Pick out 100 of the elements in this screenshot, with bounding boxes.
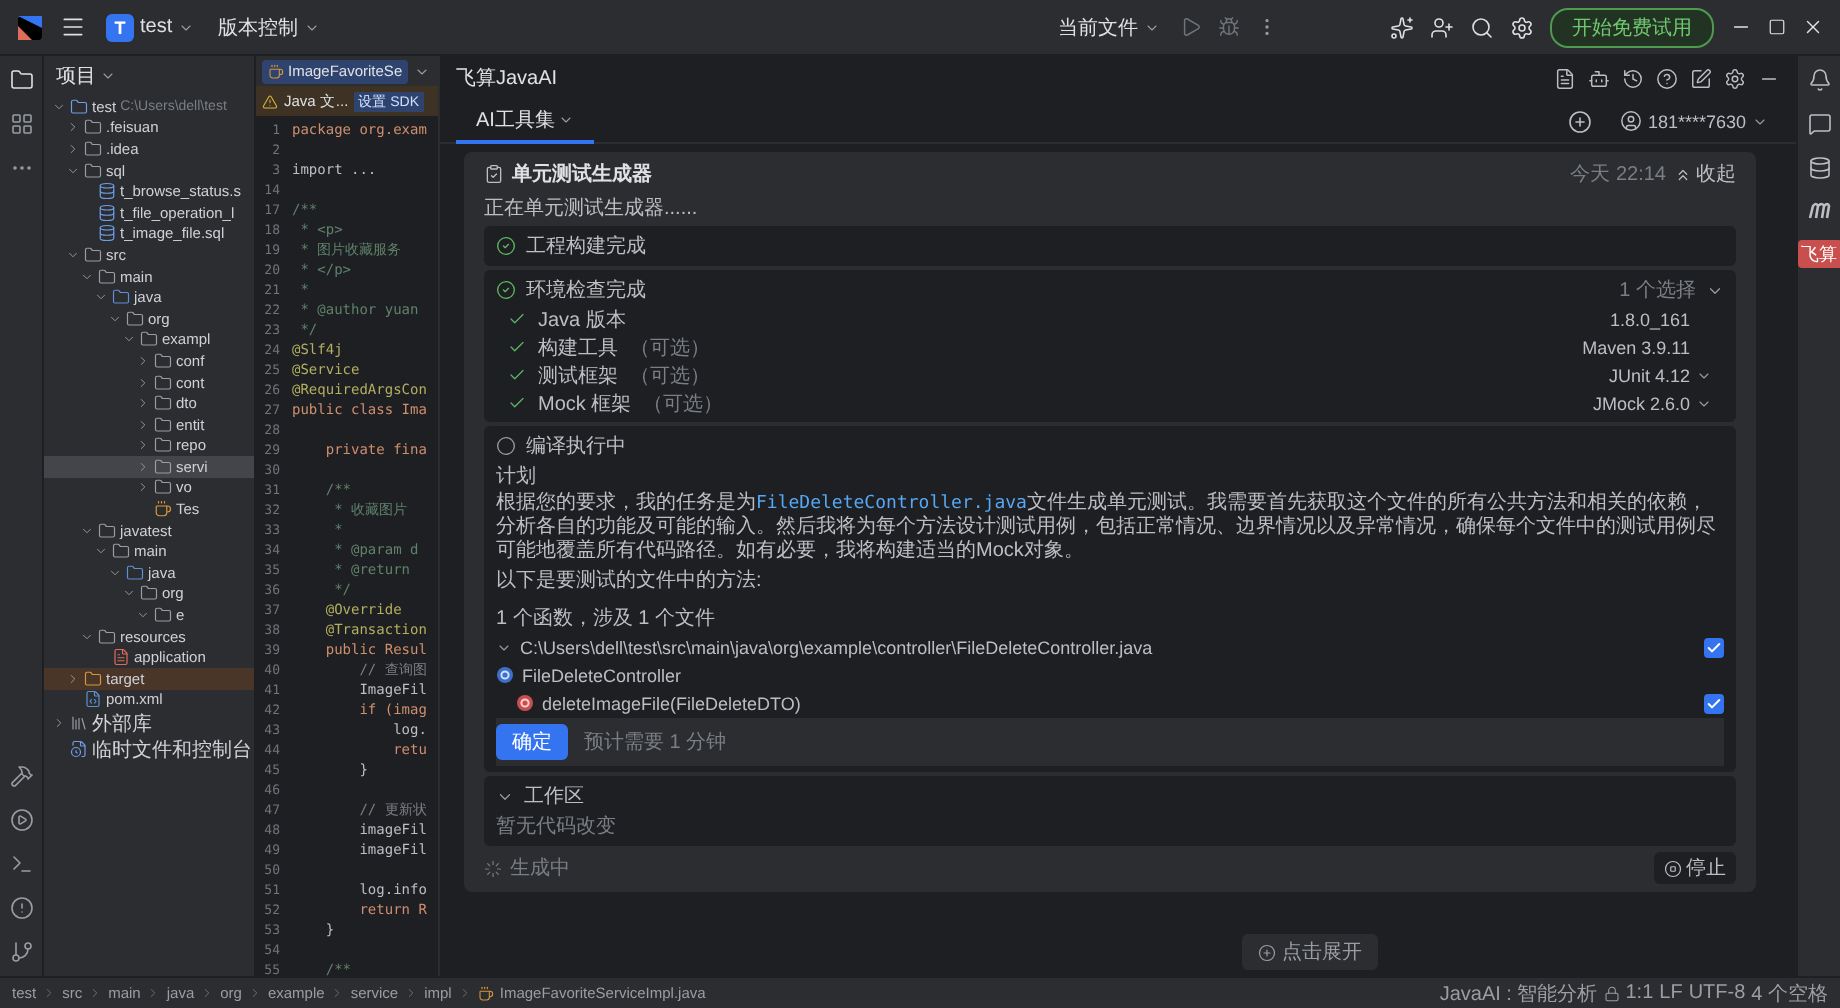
account-menu[interactable]: 181****7630: [1607, 108, 1780, 134]
database-icon[interactable]: [1807, 156, 1831, 180]
grid-icon[interactable]: [9, 112, 33, 136]
line-ending[interactable]: LF: [1659, 982, 1683, 1004]
branch-icon[interactable]: [9, 940, 33, 964]
lock-icon[interactable]: [1603, 985, 1620, 1001]
menu-icon[interactable]: [60, 14, 86, 40]
chevron-down-icon[interactable]: [122, 332, 136, 347]
chevron-down-icon[interactable]: [94, 544, 108, 559]
stop-button[interactable]: 停止: [1654, 852, 1736, 884]
folder-icon: [98, 627, 116, 646]
document-icon[interactable]: [1554, 67, 1576, 89]
indent-setting[interactable]: 4 个空格: [1751, 979, 1828, 1007]
checkbox[interactable]: [1704, 637, 1724, 657]
help-icon[interactable]: [1656, 67, 1678, 89]
status-text: 正在单元测试生成器......: [484, 195, 700, 222]
chat-icon[interactable]: [1807, 112, 1831, 136]
chevron-down-icon[interactable]: [108, 311, 122, 326]
settings-icon[interactable]: [1724, 67, 1746, 89]
folder-icon[interactable]: [9, 68, 33, 92]
chevron-down-icon[interactable]: [80, 523, 94, 538]
chevron-down-icon[interactable]: [80, 269, 94, 284]
check-value[interactable]: JMock 2.6.0: [1532, 393, 1712, 413]
chevron-right-icon: [457, 986, 472, 1000]
chevron-right-icon[interactable]: [136, 396, 150, 411]
notification-icon[interactable]: [1807, 68, 1831, 92]
check-value: Maven 3.9.11: [1580, 337, 1692, 357]
chevron-right-icon[interactable]: [66, 141, 80, 156]
folder-icon: [84, 245, 102, 264]
add-user-icon[interactable]: [1430, 15, 1454, 39]
terminal-icon[interactable]: [9, 852, 33, 876]
checkbox[interactable]: [1704, 693, 1724, 713]
collapse-button[interactable]: 收起: [1674, 160, 1736, 188]
database-icon: [98, 224, 116, 243]
coffee-icon: [154, 500, 172, 519]
chevron-right-icon[interactable]: [136, 480, 150, 495]
database-icon: [98, 182, 116, 201]
panel-title[interactable]: 项目: [56, 62, 116, 90]
cursor-position[interactable]: 1:1: [1625, 982, 1654, 1004]
chevron-down-icon[interactable]: [136, 608, 150, 623]
chevron-down-icon[interactable]: [66, 163, 80, 178]
folder-icon: [154, 436, 172, 455]
encoding[interactable]: UTF-8: [1688, 982, 1746, 1004]
chevron-down-icon[interactable]: [108, 565, 122, 580]
chevron-down-icon: [100, 68, 116, 84]
hammer-icon[interactable]: [9, 764, 33, 788]
chevron-right-icon: [404, 986, 419, 1000]
chevron-down-icon[interactable]: [52, 99, 66, 114]
folder-icon: [84, 118, 102, 137]
add-icon[interactable]: [1567, 109, 1592, 133]
folder-icon: [70, 97, 88, 116]
history-icon[interactable]: [1622, 67, 1644, 89]
plugin-status[interactable]: JavaAI : 智能分析: [1439, 979, 1598, 1007]
chevron-right-icon[interactable]: [136, 417, 150, 432]
folder-icon: [140, 584, 158, 603]
chevron-down-icon[interactable]: [66, 247, 80, 262]
chevron-right-icon[interactable]: [66, 671, 80, 686]
file-code-icon: [84, 690, 102, 709]
tree-item[interactable]: 外部库: [44, 710, 254, 737]
tree-item[interactable]: 临时文件和控制台: [44, 736, 254, 763]
chevron-right-icon[interactable]: [136, 459, 150, 474]
settings-icon[interactable]: [1510, 15, 1534, 39]
app-logo[interactable]: [16, 13, 44, 41]
chevron-right-icon[interactable]: [66, 120, 80, 135]
bug-icon[interactable]: [1218, 16, 1240, 38]
chevron-right-icon[interactable]: [136, 438, 150, 453]
folder-icon: [154, 351, 172, 370]
chevron-down-icon[interactable]: [122, 586, 136, 601]
chevron-down-icon[interactable]: [94, 290, 108, 305]
chevron-right-icon: [88, 986, 103, 1000]
chevron-right-icon[interactable]: [52, 716, 66, 731]
sparkle-icon[interactable]: [1390, 15, 1414, 39]
close-icon[interactable]: [1802, 16, 1824, 38]
workspace-title: 工作区: [524, 784, 584, 810]
maven-icon[interactable]: [1807, 200, 1831, 220]
method-name: deleteImageFile(FileDeleteDTO): [542, 693, 801, 713]
chevron-right-icon[interactable]: [136, 375, 150, 390]
project-menu[interactable]: T test: [102, 13, 199, 41]
check-value[interactable]: JUnit 4.12: [1532, 365, 1712, 385]
confirm-button[interactable]: 确定: [496, 724, 568, 760]
tool-tab[interactable]: AI工具集: [456, 99, 595, 143]
maximize-icon[interactable]: [1768, 18, 1786, 36]
edit-icon[interactable]: [1690, 67, 1712, 89]
run-config-menu[interactable]: 当前文件: [1054, 13, 1164, 41]
chevron-right-icon[interactable]: [136, 353, 150, 368]
optional-note: （可选）: [630, 335, 710, 361]
search-icon[interactable]: [1470, 15, 1494, 39]
play-circle-icon[interactable]: [9, 808, 33, 832]
folder-icon: [154, 373, 172, 392]
expand-button[interactable]: 点击展开: [1242, 934, 1378, 970]
chevron-down-icon[interactable]: [80, 629, 94, 644]
play-icon[interactable]: [1180, 16, 1202, 38]
trial-button[interactable]: 开始免费试用: [1550, 7, 1714, 47]
robot-icon[interactable]: [1588, 67, 1610, 89]
plugin-badge[interactable]: 飞算: [1797, 240, 1840, 268]
plan-intro: 以下是要测试的文件中的方法:: [496, 567, 764, 594]
optional-note: （可选）: [630, 363, 710, 389]
check-label: Java 版本: [538, 307, 626, 333]
alert-icon[interactable]: [9, 896, 33, 920]
vcs-menu[interactable]: 版本控制: [214, 13, 325, 41]
